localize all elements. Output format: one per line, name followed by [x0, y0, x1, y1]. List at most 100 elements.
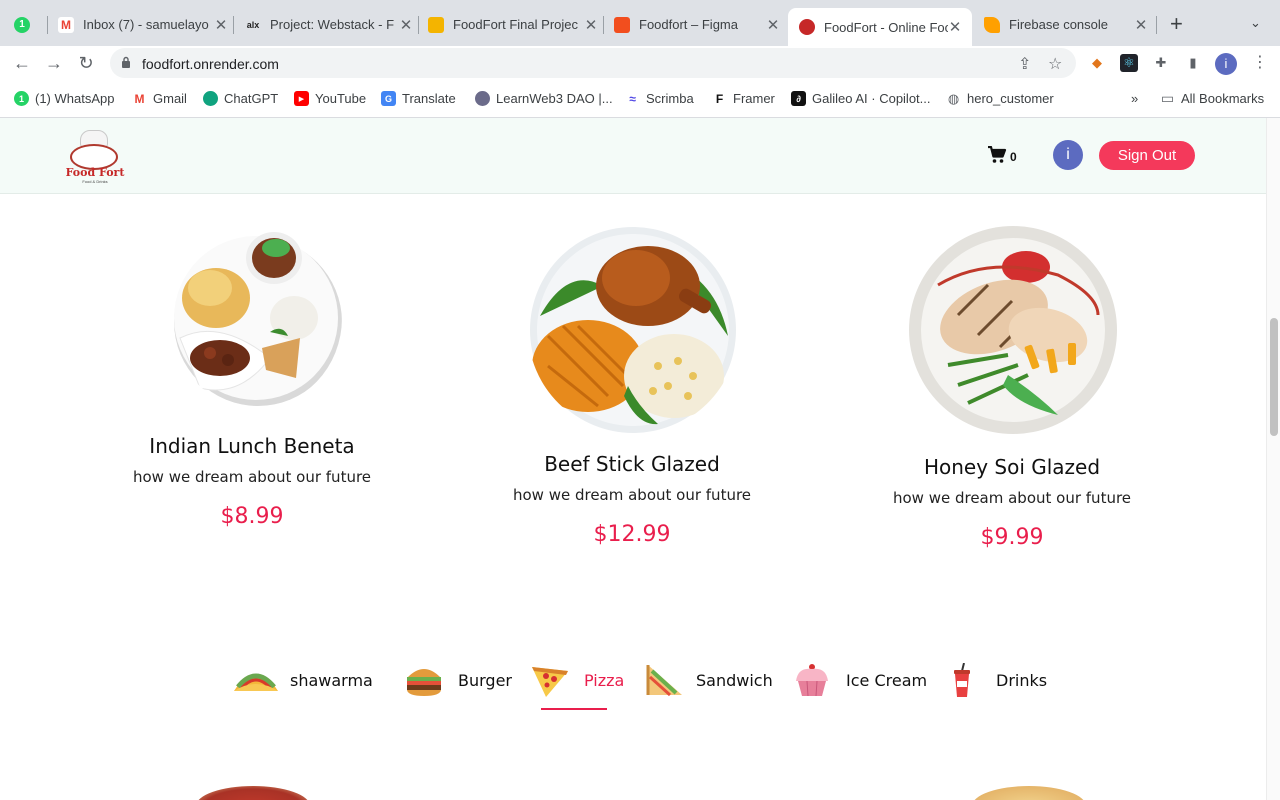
translate-icon: G — [381, 91, 396, 106]
bookmark-framer[interactable]: F Framer — [712, 91, 775, 106]
category-shawarma[interactable]: shawarma — [232, 663, 373, 697]
side-panel-icon[interactable]: ▮ — [1184, 54, 1202, 72]
dish-image-peek[interactable] — [972, 786, 1086, 800]
browser-toolbar: ← → ↻ foodfort.onrender.com ⇪ ☆ ◆ ⚛ ✚ ▮ … — [0, 46, 1280, 80]
tab-title: FoodFort - Online Foo — [824, 19, 948, 35]
share-icon[interactable]: ⇪ — [1018, 54, 1031, 74]
address-bar[interactable]: foodfort.onrender.com ⇪ ☆ — [110, 48, 1076, 78]
tab-gmail[interactable]: M Inbox (7) - samuelayo ✕ — [58, 9, 228, 40]
bookmark-label: Scrimba — [646, 91, 694, 106]
dish-name: Beef Stick Glazed — [544, 452, 720, 476]
page-scrollbar[interactable] — [1266, 118, 1280, 800]
folder-icon: ▭ — [1160, 90, 1175, 106]
tab-title: Firebase console — [1009, 17, 1108, 32]
dish-image-beef-stick[interactable] — [528, 226, 738, 434]
category-ice-cream[interactable]: Ice Cream — [788, 663, 927, 697]
globe-icon: ◍ — [947, 90, 960, 106]
bookmark-scrimba[interactable]: ≈ Scrimba — [625, 91, 694, 106]
galileo-icon: ∂ — [791, 91, 806, 106]
tab-figma[interactable]: Foodfort – Figma ✕ — [614, 9, 780, 40]
drink-icon — [954, 663, 970, 697]
page-viewport: Food Fort Food & Drinks 0 i Sign Out Ind… — [0, 118, 1266, 800]
scrimba-icon: ≈ — [629, 91, 636, 106]
cart-count: 0 — [1010, 150, 1017, 164]
back-arrow-icon[interactable]: ← — [11, 52, 33, 74]
reload-icon[interactable]: ↻ — [75, 52, 97, 74]
figma-icon — [614, 16, 630, 33]
dish-image-peek[interactable] — [196, 786, 310, 800]
dish-name: Indian Lunch Beneta — [149, 434, 355, 458]
logo-tagline: Food & Drinks — [82, 179, 108, 184]
category-burger[interactable]: Burger — [400, 663, 512, 697]
alx-icon: alx — [246, 19, 260, 30]
category-label: Drinks — [996, 670, 1048, 690]
foodfort-logo[interactable]: Food Fort Food & Drinks — [62, 128, 126, 184]
metamask-icon[interactable]: ◆ — [1088, 54, 1106, 72]
dish-card-beef-stick[interactable]: Beef Stick Glazed how we dream about our… — [482, 452, 782, 547]
menu-kebab-icon[interactable]: ⋮ — [1252, 52, 1268, 72]
all-bookmarks-button[interactable]: ▭ All Bookmarks — [1160, 90, 1264, 106]
chevron-down-icon[interactable]: ⌄ — [1250, 15, 1261, 31]
bookmark-learnweb3[interactable]: LearnWeb3 DAO |... — [475, 91, 613, 106]
close-tab-icon[interactable]: ✕ — [584, 16, 598, 34]
bookmark-gmail[interactable]: M Gmail — [132, 91, 187, 106]
tab-slides[interactable]: FoodFort Final Projec ✕ — [428, 9, 598, 40]
dish-card-indian-lunch[interactable]: Indian Lunch Beneta how we dream about o… — [102, 434, 402, 529]
active-category-indicator — [541, 708, 607, 710]
new-tab-button[interactable]: + — [1170, 13, 1183, 35]
framer-icon: F — [715, 91, 724, 106]
dish-card-honey-soi[interactable]: Honey Soi Glazed how we dream about our … — [862, 455, 1162, 550]
bookmark-chatgpt[interactable]: ChatGPT — [203, 91, 278, 106]
react-devtools-icon[interactable]: ⚛ — [1120, 54, 1138, 72]
tab-firebase[interactable]: Firebase console ✕ — [984, 9, 1148, 40]
category-pizza[interactable]: Pizza — [526, 663, 624, 697]
category-label: Ice Cream — [846, 670, 928, 690]
close-tab-icon[interactable]: ✕ — [766, 16, 780, 34]
close-tab-icon[interactable]: ✕ — [948, 18, 962, 36]
category-label: Sandwich — [696, 670, 773, 690]
bookmark-label: YouTube — [315, 91, 367, 106]
close-tab-icon[interactable]: ✕ — [214, 16, 228, 34]
bookmark-label: Translate — [402, 91, 456, 106]
dish-description: how we dream about our future — [512, 486, 752, 504]
scrollbar-thumb[interactable] — [1270, 318, 1278, 436]
close-tab-icon[interactable]: ✕ — [1134, 16, 1148, 34]
sign-out-button[interactable]: Sign Out — [1099, 141, 1195, 170]
dish-name: Honey Soi Glazed — [923, 455, 1101, 479]
bookmark-label: Galileo AI · Copilot... — [812, 91, 931, 106]
tab-whatsapp[interactable]: 1 — [14, 9, 42, 40]
category-drinks[interactable]: Drinks — [938, 663, 1047, 697]
cart-button[interactable]: 0 — [987, 146, 1017, 164]
user-avatar[interactable]: i — [1053, 140, 1083, 170]
bookmark-translate[interactable]: G Translate — [381, 91, 456, 106]
bookmark-galileo[interactable]: ∂ Galileo AI · Copilot... — [791, 91, 931, 106]
sandwich-icon — [646, 665, 682, 697]
bookmark-hero-customer[interactable]: ◍ hero_customer — [946, 90, 1054, 107]
dish-image-honey-soi[interactable] — [908, 225, 1118, 435]
tab-title: Foodfort – Figma — [639, 17, 738, 32]
slides-icon — [428, 16, 444, 33]
bookmark-label: hero_customer — [967, 91, 1054, 106]
forward-arrow-icon[interactable]: → — [43, 52, 65, 74]
bookmark-youtube[interactable]: ▶ YouTube — [294, 91, 366, 106]
tab-foodfort-active[interactable]: FoodFort - Online Foo ✕ — [788, 8, 972, 46]
star-icon[interactable]: ☆ — [1048, 54, 1062, 74]
category-label: Burger — [458, 670, 512, 690]
category-label: Pizza — [584, 670, 625, 690]
bookmark-whatsapp[interactable]: 1 (1) WhatsApp — [14, 91, 114, 106]
profile-avatar[interactable]: i — [1215, 53, 1237, 75]
lock-icon — [122, 56, 130, 68]
bookmarks-overflow-button[interactable]: » — [1131, 91, 1138, 106]
puzzle-icon[interactable]: ✚ — [1152, 54, 1170, 72]
close-tab-icon[interactable]: ✕ — [399, 16, 413, 34]
site-header: Food Fort Food & Drinks 0 i Sign Out — [0, 118, 1266, 194]
chatgpt-icon — [203, 91, 218, 106]
whatsapp-icon: 1 — [14, 91, 29, 106]
tab-alx[interactable]: alx Project: Webstack - F ✕ — [245, 9, 413, 40]
dish-image-indian-lunch[interactable] — [170, 228, 342, 408]
category-sandwich[interactable]: Sandwich — [638, 663, 773, 697]
dish-price: $12.99 — [593, 522, 671, 547]
firebase-icon — [984, 16, 1000, 33]
burger-icon — [407, 669, 441, 696]
pizza-icon — [532, 667, 568, 697]
